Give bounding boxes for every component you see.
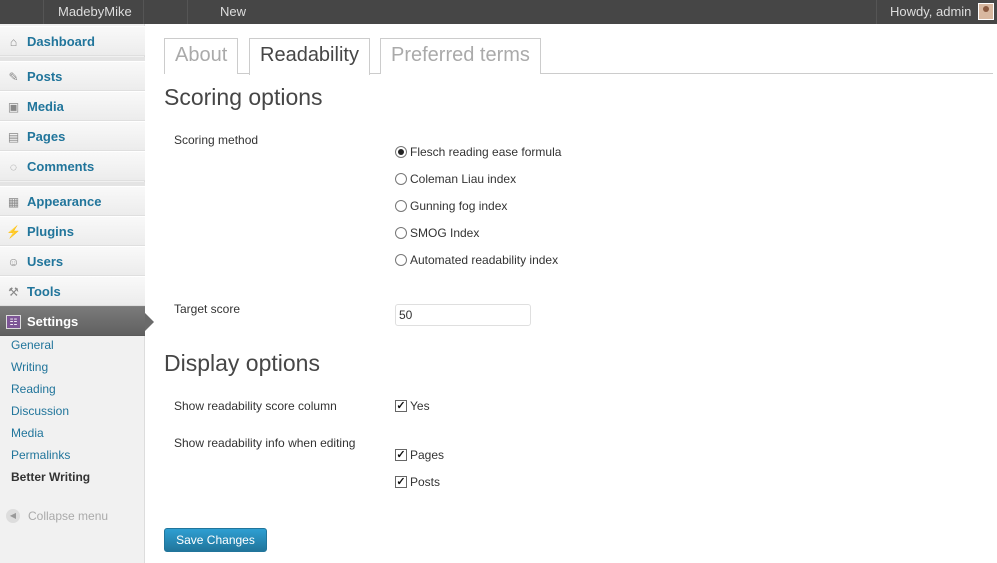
wordpress-logo-icon[interactable] (0, 0, 44, 24)
plug-icon: ⚡ (6, 225, 21, 239)
sidebar-item-label: Appearance (27, 194, 102, 209)
scoring-options-heading: Scoring options (164, 84, 323, 110)
target-score-input[interactable]: 50 (395, 304, 531, 326)
radio-smog[interactable]: SMOG Index (395, 226, 479, 242)
radio-label: Automated readability index (410, 253, 559, 267)
editing-info-label: Show readability info when editing (174, 436, 356, 450)
radio-label: Flesch reading ease formula (410, 145, 562, 159)
collapse-label: Collapse menu (28, 509, 109, 523)
radio-gunning-fog[interactable]: Gunning fog index (395, 199, 507, 215)
new-content-link[interactable]: New (188, 0, 268, 24)
checkbox-pages[interactable]: ✓ Pages (395, 448, 444, 464)
howdy-label: Howdy, admin (890, 4, 972, 19)
radio-button-checked[interactable] (395, 146, 407, 158)
target-score-value: 50 (399, 308, 413, 322)
sidebar-item-appearance[interactable]: ▦ Appearance (0, 186, 145, 216)
submenu-permalinks[interactable]: Permalinks (0, 444, 145, 466)
sidebar-item-pages[interactable]: ▤ Pages (0, 121, 145, 151)
checkbox-checked[interactable]: ✓ (395, 476, 407, 488)
sidebar-item-label: Tools (27, 284, 61, 299)
sidebar-item-label: Pages (27, 129, 66, 144)
radio-coleman-liau[interactable]: Coleman Liau index (395, 172, 516, 188)
sidebar-item-dashboard[interactable]: ⌂ Dashboard (0, 26, 145, 56)
radio-button[interactable] (395, 254, 407, 266)
scoring-method-label: Scoring method (174, 133, 259, 147)
radio-button[interactable] (395, 173, 407, 185)
pin-icon: ✎ (8, 70, 19, 84)
sidebar-item-label: Users (27, 254, 64, 269)
sidebar-item-settings[interactable]: ☷ Settings (0, 306, 154, 336)
sidebar-item-comments[interactable]: ◌ Comments (0, 151, 145, 181)
pages-icon: ▤ (7, 130, 20, 144)
main-content: About Readability Preferred terms Scorin… (146, 24, 997, 563)
sidebar-item-label: Plugins (27, 224, 74, 239)
sidebar-item-users[interactable]: ☺ Users (0, 246, 145, 276)
sidebar-item-tools[interactable]: ⚒ Tools (0, 276, 145, 306)
radio-button[interactable] (395, 200, 407, 212)
sidebar-item-posts[interactable]: ✎ Posts (0, 61, 145, 91)
site-name-link[interactable]: MadebyMike (44, 0, 144, 24)
submenu-better-writing[interactable]: Better Writing (0, 466, 145, 488)
radio-automated-readability[interactable]: Automated readability index (395, 253, 558, 269)
save-changes-button[interactable]: Save Changes (164, 528, 267, 552)
display-options-heading: Display options (164, 350, 320, 376)
submenu-general[interactable]: General (0, 334, 145, 356)
checkbox-label: Yes (410, 399, 430, 413)
tools-icon: ⚒ (8, 285, 19, 299)
radio-label: Coleman Liau index (410, 172, 517, 186)
score-column-label: Show readability score column (174, 399, 337, 413)
collapse-arrow-icon: ◀ (6, 509, 20, 523)
tab-readability[interactable]: Readability (249, 38, 370, 75)
account-menu[interactable]: Howdy, admin (876, 0, 997, 24)
sidebar-item-media[interactable]: ▣ Media (0, 91, 145, 121)
collapse-menu-button[interactable]: ◀ Collapse menu (6, 508, 108, 524)
appearance-icon: ▦ (7, 195, 20, 209)
users-icon: ☺ (7, 255, 20, 269)
sidebar-item-label: Dashboard (27, 34, 95, 49)
checkbox-label: Pages (410, 448, 445, 462)
target-score-label: Target score (174, 302, 241, 316)
checkbox-checked[interactable]: ✓ (395, 400, 407, 412)
settings-icon: ☷ (6, 315, 21, 329)
admin-bar: MadebyMike New Howdy, admin (0, 0, 997, 24)
radio-label: Gunning fog index (410, 199, 508, 213)
radio-flesch[interactable]: Flesch reading ease formula (395, 145, 561, 161)
sidebar-item-label: Media (27, 99, 64, 114)
tab-preferred-terms[interactable]: Preferred terms (380, 38, 541, 74)
submenu-media[interactable]: Media (0, 422, 145, 444)
checkbox-checked[interactable]: ✓ (395, 449, 407, 461)
submenu-writing[interactable]: Writing (0, 356, 145, 378)
dashboard-icon: ⌂ (9, 35, 18, 49)
submenu-reading[interactable]: Reading (0, 378, 145, 400)
radio-button[interactable] (395, 227, 407, 239)
sidebar-item-label: Posts (27, 69, 63, 84)
admin-sidebar: ⌂ Dashboard ✎ Posts ▣ Media ▤ Pages ◌ Co… (0, 24, 154, 563)
submenu-discussion[interactable]: Discussion (0, 400, 145, 422)
tab-bar: About Readability Preferred terms (164, 38, 993, 75)
checkbox-posts[interactable]: ✓ Posts (395, 475, 440, 491)
sidebar-item-plugins[interactable]: ⚡ Plugins (0, 216, 145, 246)
checkbox-score-column[interactable]: ✓ Yes (395, 399, 430, 415)
avatar (978, 3, 994, 20)
radio-label: SMOG Index (410, 226, 480, 240)
media-icon: ▣ (7, 100, 20, 114)
comments-icon[interactable] (144, 0, 188, 24)
tab-about[interactable]: About (164, 38, 239, 74)
checkbox-label: Posts (410, 475, 441, 489)
settings-submenu: General Writing Reading Discussion Media… (0, 334, 145, 488)
sidebar-item-label: Comments (27, 159, 95, 174)
sidebar-item-label: Settings (27, 314, 79, 329)
comment-icon: ◌ (9, 160, 18, 174)
